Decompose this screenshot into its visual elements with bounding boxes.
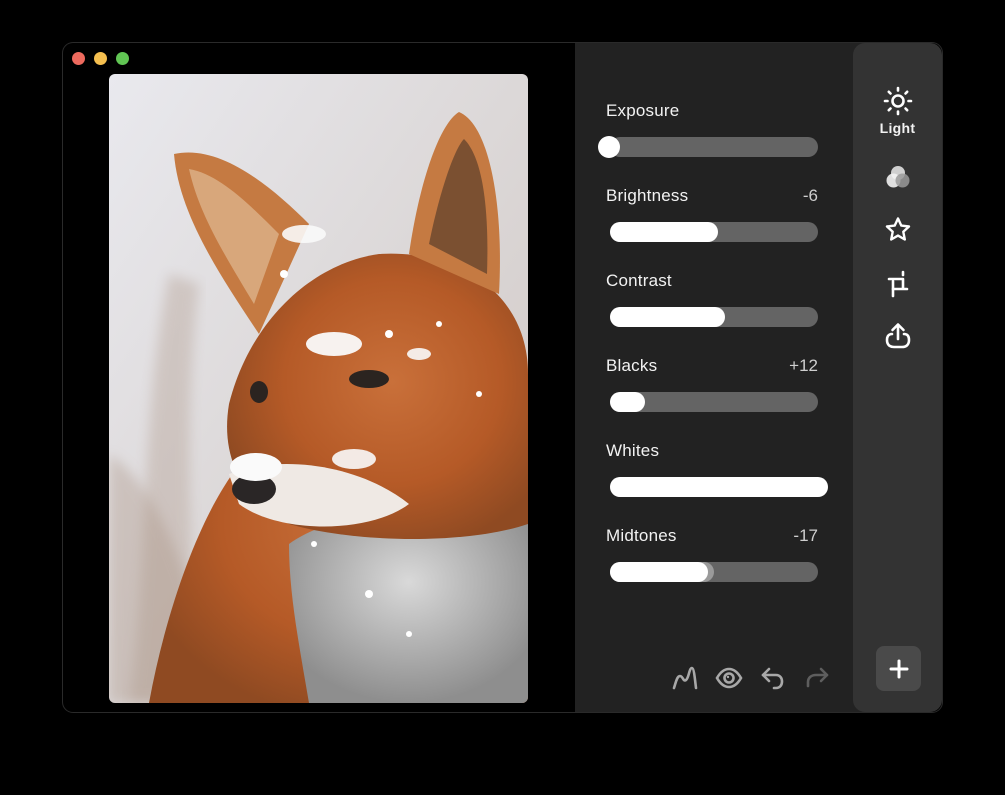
sun-icon — [883, 86, 912, 116]
slider-fill — [610, 392, 646, 412]
slider-knob[interactable] — [598, 136, 620, 158]
contrast-slider[interactable] — [610, 307, 818, 327]
app-window: Exposure Brightness -6 Contrast Blacks +… — [63, 43, 942, 712]
sidebar-item-color[interactable] — [853, 163, 942, 193]
share-icon — [885, 323, 910, 349]
adjustment-value: -6 — [802, 186, 818, 205]
adjustment-label: Midtones — [606, 526, 677, 545]
tool-sidebar: Light — [853, 43, 942, 712]
minimize-window-button[interactable] — [94, 52, 107, 65]
crop-icon — [887, 270, 908, 298]
sidebar-item-crop[interactable] — [853, 269, 942, 299]
sidebar-item-effects[interactable] — [853, 215, 942, 245]
adjustment-label: Brightness — [606, 186, 689, 205]
photo-canvas[interactable] — [109, 74, 528, 703]
midtones-slider[interactable] — [610, 562, 818, 582]
undo-icon — [761, 667, 784, 690]
adjustment-label: Whites — [606, 441, 660, 460]
fox-photo — [109, 74, 528, 703]
adjustment-label: Contrast — [606, 271, 672, 290]
plus-icon — [889, 659, 908, 678]
adjustments-panel: Exposure Brightness -6 Contrast Blacks +… — [575, 43, 867, 712]
whites-slider[interactable] — [610, 477, 829, 497]
slider-fill — [610, 307, 726, 327]
adjustment-value: +12 — [789, 356, 818, 375]
undo-button[interactable] — [758, 663, 788, 693]
preview-button[interactable] — [714, 663, 744, 693]
star-icon — [885, 217, 910, 241]
blacks-slider[interactable] — [610, 392, 818, 412]
curves-button[interactable] — [670, 663, 700, 693]
color-circles-icon — [886, 166, 909, 188]
exposure-slider[interactable] — [598, 136, 818, 158]
sidebar-item-label: Light — [879, 120, 916, 136]
slider-fill — [610, 222, 719, 242]
brightness-slider[interactable] — [610, 222, 818, 242]
slider-fill — [610, 477, 829, 497]
sidebar-item-share[interactable] — [853, 321, 942, 351]
adjustment-label: Blacks — [606, 356, 658, 375]
redo-icon — [806, 667, 829, 688]
adjustment-value: -17 — [793, 526, 818, 545]
adjustment-label: Exposure — [606, 101, 680, 120]
add-button[interactable] — [876, 646, 921, 691]
zoom-window-button[interactable] — [116, 52, 129, 65]
bottom-toolbar — [670, 663, 832, 693]
close-window-button[interactable] — [72, 52, 85, 65]
slider-fill — [610, 562, 708, 582]
curve-icon — [672, 666, 698, 690]
redo-button[interactable] — [802, 663, 832, 693]
sidebar-item-light[interactable]: Light — [853, 86, 942, 136]
eye-icon — [715, 667, 743, 689]
